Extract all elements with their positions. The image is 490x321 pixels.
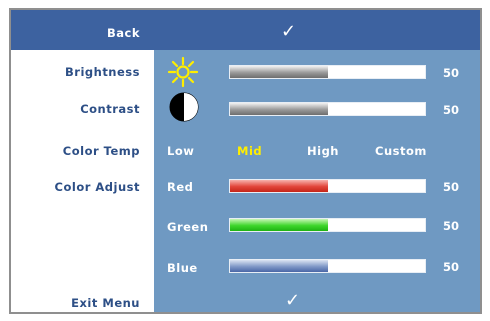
exit-menu-button[interactable]: Exit Menu (71, 296, 140, 310)
color-temp-option-low[interactable]: Low (167, 144, 194, 158)
sun-icon (167, 56, 199, 88)
contrast-value: 50 (443, 103, 460, 117)
contrast-label[interactable]: Contrast (80, 102, 140, 116)
color-temp-option-mid[interactable]: Mid (237, 144, 262, 158)
brightness-value: 50 (443, 66, 460, 80)
contrast-icon (169, 92, 199, 122)
brightness-slider-fill (230, 66, 328, 78)
color-adjust-label[interactable]: Color Adjust (55, 180, 140, 194)
frame-top (9, 8, 482, 10)
red-label: Red (167, 180, 194, 194)
contrast-slider-fill (230, 103, 328, 115)
osd-menu: Back ✓ Brightness 50 Contrast 50 Color T… (0, 0, 490, 321)
brightness-slider[interactable] (229, 65, 426, 79)
brightness-label[interactable]: Brightness (65, 65, 140, 79)
red-slider-fill (230, 180, 328, 192)
color-temp-option-custom[interactable]: Custom (375, 144, 427, 158)
back-button[interactable]: Back (107, 26, 140, 40)
green-slider-fill (230, 219, 328, 231)
green-value: 50 (443, 219, 460, 233)
green-label: Green (167, 220, 209, 234)
blue-label: Blue (167, 261, 198, 275)
color-temp-option-high[interactable]: High (307, 144, 339, 158)
blue-value: 50 (443, 260, 460, 274)
menu-label-column (11, 10, 154, 312)
blue-slider-fill (230, 260, 328, 272)
blue-slider[interactable] (229, 259, 426, 273)
color-temp-label[interactable]: Color Temp (63, 144, 140, 158)
back-row[interactable] (11, 10, 480, 50)
red-value: 50 (443, 180, 460, 194)
contrast-slider[interactable] (229, 102, 426, 116)
red-slider[interactable] (229, 179, 426, 193)
check-icon[interactable]: ✓ (281, 21, 296, 42)
green-slider[interactable] (229, 218, 426, 232)
exit-check-icon[interactable]: ✓ (285, 290, 300, 311)
frame-bottom (9, 312, 482, 314)
frame-right (480, 8, 482, 314)
frame-left (9, 8, 11, 314)
